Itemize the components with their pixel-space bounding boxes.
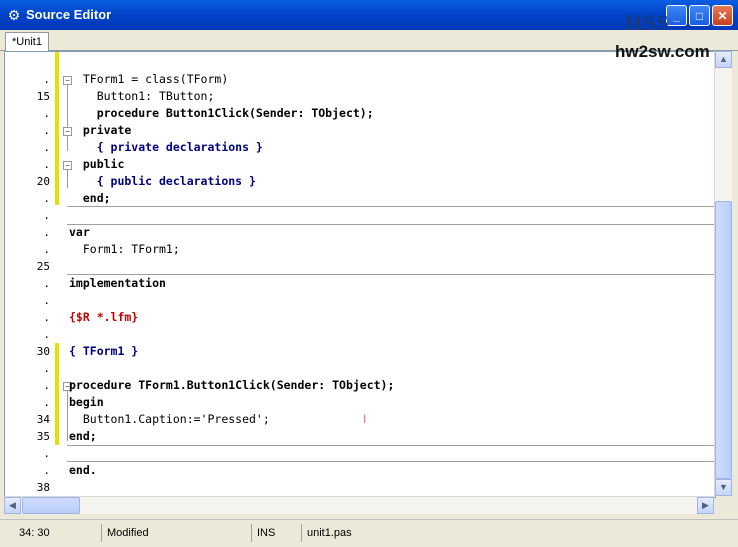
line-number: . (43, 243, 50, 256)
code-text: {$R *.lfm} (69, 310, 139, 324)
code-line[interactable]: . Form1: TForm1; (5, 241, 715, 258)
code-text: Button1.Caption:='Pressed'; (69, 412, 270, 426)
vertical-scroll-thumb[interactable] (715, 201, 732, 479)
code-line[interactable]: . procedure Button1Click(Sender: TObject… (5, 105, 715, 122)
code-line[interactable]: . private (5, 122, 715, 139)
code-text: TForm1 = class(TForm) (69, 72, 229, 86)
code-text: Button1: TButton; (69, 89, 215, 103)
line-number: . (43, 124, 50, 137)
line-number: . (43, 209, 50, 222)
line-number: . (43, 158, 50, 171)
code-line[interactable]: . (5, 292, 715, 309)
tab-unit1[interactable]: *Unit1 (5, 32, 49, 51)
text-cursor-icon: I (363, 412, 367, 426)
code-text: procedure Button1Click(Sender: TObject); (69, 106, 374, 120)
code-text: { private declarations } (69, 140, 263, 154)
line-number: 35 (36, 430, 50, 443)
line-number: 38 (36, 481, 50, 494)
line-number: . (43, 294, 50, 307)
code-text: private (69, 123, 132, 137)
watermark-logo-text: HSS (625, 10, 670, 35)
code-line[interactable]: . end. (5, 462, 715, 479)
code-line[interactable]: 25 (5, 258, 715, 275)
code-text: public (69, 157, 125, 171)
line-number: . (43, 277, 50, 290)
code-line[interactable]: 35 end; (5, 428, 715, 445)
app-icon[interactable]: ⚙ (6, 7, 22, 23)
line-number: . (43, 311, 50, 324)
horizontal-scroll-thumb[interactable] (22, 497, 80, 514)
line-number: 15 (36, 90, 50, 103)
code-text: end; (69, 191, 111, 205)
code-text: end. (69, 463, 97, 477)
code-text: end; (69, 429, 97, 443)
code-line[interactable]: . (5, 326, 715, 343)
scroll-down-button[interactable]: ▼ (715, 479, 732, 496)
code-line[interactable]: . (5, 360, 715, 377)
line-number: . (43, 447, 50, 460)
code-line[interactable]: . TForm1 = class(TForm) (5, 71, 715, 88)
line-number: . (43, 107, 50, 120)
line-number: 30 (36, 345, 50, 358)
code-text: { public declarations } (69, 174, 256, 188)
file-name-status: unit1.pas (307, 527, 352, 539)
code-text: implementation (69, 276, 166, 290)
code-text: var (69, 225, 90, 239)
cursor-position: 34: 30 (14, 524, 102, 542)
code-line[interactable]: 34 Button1.Caption:='Pressed'; (5, 411, 715, 428)
code-line[interactable]: . implementation (5, 275, 715, 292)
line-number: 25 (36, 260, 50, 273)
code-text: procedure TForm1.Button1Click(Sender: TO… (69, 378, 395, 392)
code-editor[interactable]: − − − − . TForm1 = class(TForm) 15 Button… (4, 51, 716, 498)
code-line[interactable]: . var (5, 224, 715, 241)
line-number: . (43, 464, 50, 477)
line-number: 20 (36, 175, 50, 188)
line-number: . (43, 192, 50, 205)
scroll-right-button[interactable]: ▶ (697, 497, 714, 514)
modified-status: Modified (102, 524, 252, 542)
code-line[interactable]: . (5, 207, 715, 224)
watermark-logo: HSS hw2sw.com (615, 10, 730, 68)
window-title: Source Editor (26, 7, 112, 22)
watermark-site: hw2sw.com (615, 42, 710, 61)
vertical-scrollbar[interactable]: ▲ ▼ (714, 51, 732, 496)
line-number: . (43, 379, 50, 392)
code-line[interactable]: . procedure TForm1.Button1Click(Sender: T… (5, 377, 715, 394)
line-number: 34 (36, 413, 50, 426)
code-line[interactable]: . end; (5, 190, 715, 207)
line-number: . (43, 396, 50, 409)
code-line[interactable]: . (5, 445, 715, 462)
insert-mode-status: INS (252, 524, 302, 542)
code-line[interactable]: 15 Button1: TButton; (5, 88, 715, 105)
code-line[interactable]: 30 { TForm1 } (5, 343, 715, 360)
code-line[interactable]: 20 { public declarations } (5, 173, 715, 190)
code-text: begin (69, 395, 104, 409)
status-bar: 34: 30 Modified INS unit1.pas (0, 519, 738, 547)
code-line[interactable]: . {$R *.lfm} (5, 309, 715, 326)
scroll-left-button[interactable]: ◀ (4, 497, 21, 514)
horizontal-scrollbar[interactable]: ◀ ▶ (4, 496, 714, 514)
line-number: . (43, 226, 50, 239)
code-line[interactable]: 38 (5, 479, 715, 496)
line-number: . (43, 141, 50, 154)
code-line[interactable]: . begin (5, 394, 715, 411)
code-text: { TForm1 } (69, 344, 139, 358)
line-number: . (43, 328, 50, 341)
line-number: . (43, 362, 50, 375)
line-number: . (43, 73, 50, 86)
code-line[interactable]: . public (5, 156, 715, 173)
code-line[interactable]: . { private declarations } (5, 139, 715, 156)
code-text: Form1: TForm1; (69, 242, 180, 256)
